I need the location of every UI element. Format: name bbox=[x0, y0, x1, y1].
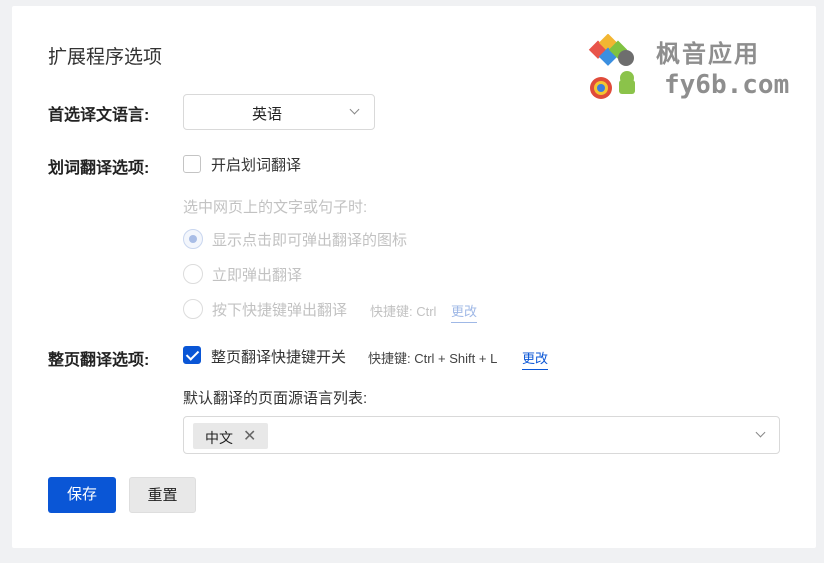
watermark-emblem-icon bbox=[588, 33, 635, 99]
chevron-down-icon bbox=[349, 104, 360, 115]
close-icon[interactable]: ✕ bbox=[243, 426, 256, 446]
source-language-list-label: 默认翻译的页面源语言列表: bbox=[183, 390, 368, 407]
save-button[interactable]: 保存 bbox=[48, 477, 116, 513]
page-shortcut-hint: 快捷键: Ctrl + Shift + L bbox=[368, 351, 498, 366]
language-tag: 中文 ✕ bbox=[193, 423, 268, 449]
radio-popup-immediately-label: 立即弹出翻译 bbox=[212, 267, 303, 284]
radio-popup-immediately[interactable] bbox=[183, 264, 203, 284]
preferred-language-value: 英语 bbox=[251, 106, 282, 123]
enable-word-translation-checkbox[interactable] bbox=[183, 155, 201, 173]
radio-show-icon[interactable] bbox=[183, 229, 203, 249]
radio-shortcut-popup-label: 按下快捷键弹出翻译 bbox=[212, 302, 348, 319]
page-shortcut-toggle-label: 整页翻译快捷键开关 bbox=[211, 349, 347, 366]
reset-button[interactable]: 重置 bbox=[129, 477, 196, 513]
enable-word-translation-label: 开启划词翻译 bbox=[211, 157, 302, 174]
preferred-language-select[interactable]: 英语 bbox=[183, 94, 375, 130]
source-language-multiselect[interactable]: 中文 ✕ bbox=[183, 416, 780, 454]
word-translation-subheading: 选中网页上的文字或句子时: bbox=[183, 199, 368, 216]
word-translation-label: 划词翻译选项: bbox=[48, 160, 150, 177]
page-translation-label: 整页翻译选项: bbox=[48, 352, 150, 369]
page-shortcut-change-link[interactable]: 更改 bbox=[522, 348, 549, 370]
radio-shortcut-popup[interactable] bbox=[183, 299, 203, 319]
watermark-domain: fy6b.com bbox=[664, 70, 790, 100]
word-shortcut-hint: 快捷键: Ctrl bbox=[370, 304, 437, 319]
radio-show-icon-label: 显示点击即可弹出翻译的图标 bbox=[212, 232, 408, 249]
word-shortcut-change-link[interactable]: 更改 bbox=[451, 301, 478, 323]
page-title: 扩展程序选项 bbox=[48, 47, 163, 68]
watermark-logo: 枫音应用 fy6b.com bbox=[588, 33, 792, 104]
preferred-language-label: 首选译文语言: bbox=[48, 107, 150, 124]
watermark-name: 枫音应用 bbox=[656, 41, 760, 68]
chevron-down-icon bbox=[755, 427, 766, 438]
page-shortcut-toggle-checkbox[interactable] bbox=[183, 346, 201, 364]
language-tag-label: 中文 bbox=[205, 430, 233, 446]
